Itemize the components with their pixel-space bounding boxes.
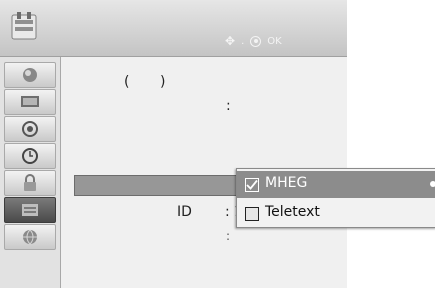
sidebar-item-lock[interactable] — [4, 170, 56, 196]
data-service-popup: MHEG Teletext — [236, 168, 435, 228]
monitor-icon — [21, 96, 39, 107]
sidebar-item-time[interactable] — [4, 143, 56, 169]
lock-icon — [24, 174, 36, 191]
speaker-icon — [22, 121, 38, 137]
ok-label: OK — [267, 35, 282, 47]
option-mheg[interactable]: MHEG — [237, 171, 435, 198]
row-last-colon: : — [226, 229, 231, 243]
settings-window: ✥ . OK — [0, 0, 347, 288]
paren-close: ) — [160, 74, 166, 90]
id-label: ID — [177, 204, 192, 220]
option-icon — [22, 204, 38, 216]
option-menu-icon — [11, 12, 37, 40]
ok-button-icon — [250, 35, 262, 47]
sidebar-item-audio[interactable] — [4, 116, 56, 142]
nav-separator: . — [241, 35, 245, 47]
paren-open: ( — [124, 74, 130, 90]
clock-icon — [22, 148, 38, 164]
sidebar — [0, 57, 61, 288]
satellite-dish-icon — [23, 68, 37, 82]
option-teletext-label: Teletext — [265, 204, 320, 220]
sidebar-item-picture[interactable] — [4, 89, 56, 115]
option-mheg-label: MHEG — [265, 175, 308, 191]
sidebar-item-satellite[interactable] — [4, 62, 56, 88]
checkmark-icon — [246, 179, 258, 190]
sidebar-item-option[interactable] — [4, 197, 56, 223]
four-way-arrow-icon: ✥ — [225, 34, 236, 48]
checkbox-mheg[interactable] — [245, 178, 259, 192]
selection-dot-icon — [430, 181, 435, 187]
globe-icon — [23, 229, 37, 245]
option-teletext[interactable]: Teletext — [237, 200, 435, 227]
selected-setting-row[interactable]: : — [74, 175, 256, 196]
sidebar-item-network[interactable] — [4, 224, 56, 250]
checkbox-teletext[interactable] — [245, 207, 259, 221]
nav-hint: ✥ . OK — [225, 34, 282, 48]
header-bar: ✥ . OK — [0, 0, 347, 57]
row1-colon: : — [226, 98, 231, 114]
